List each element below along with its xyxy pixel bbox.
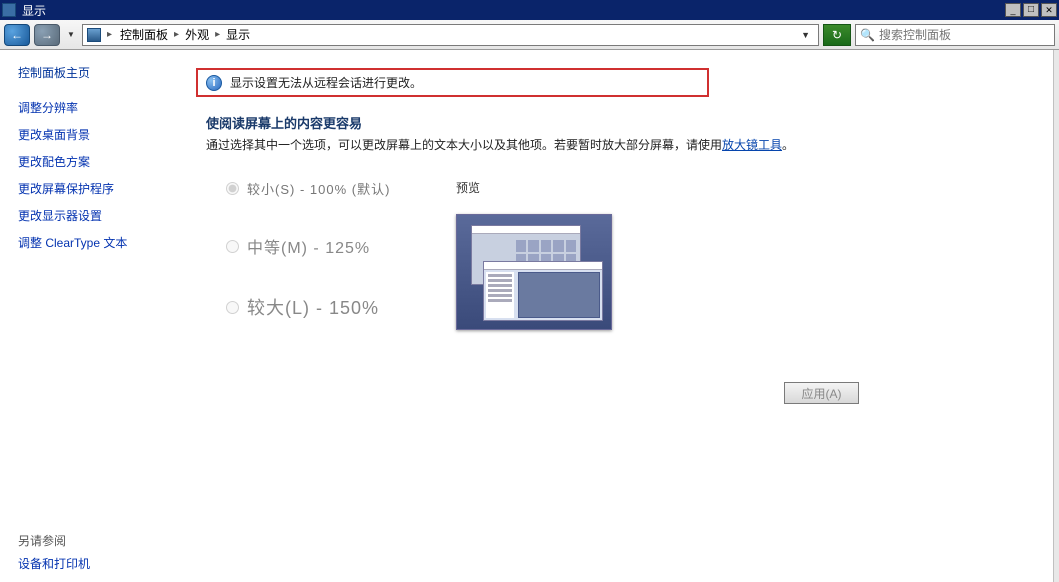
radio-large[interactable] — [226, 301, 239, 314]
crumb-display[interactable]: 显示 — [224, 25, 252, 44]
option-medium[interactable]: 中等(M) - 125% — [226, 234, 456, 258]
breadcrumb-sep-icon: ▸ — [213, 29, 222, 40]
preview-column: 预览 — [456, 179, 612, 356]
preview-image — [456, 214, 612, 330]
option-small[interactable]: 较小(S) - 100% (默认) — [226, 179, 456, 198]
magnifier-link[interactable]: 放大镜工具 — [722, 138, 782, 152]
window-buttons: _ □ ✕ — [1005, 3, 1057, 17]
search-box[interactable]: 🔍 — [855, 24, 1055, 46]
back-arrow-icon: ← — [11, 28, 23, 42]
see-also-heading: 另请参阅 — [18, 532, 162, 549]
desc-suffix: 。 — [782, 138, 794, 152]
sidebar: 控制面板主页 调整分辨率 更改桌面背景 更改配色方案 更改屏幕保护程序 更改显示… — [0, 50, 172, 582]
sidebar-link-cleartype[interactable]: 调整 ClearType 文本 — [18, 234, 154, 251]
close-button[interactable]: ✕ — [1041, 3, 1057, 17]
radio-medium[interactable] — [226, 240, 239, 253]
content-area: i 显示设置无法从远程会话进行更改。 使阅读屏幕上的内容更容易 通过选择其中一个… — [172, 50, 1053, 582]
desc-prefix: 通过选择其中一个选项，可以更改屏幕上的文本大小以及其他项。若要暂时放大部分屏幕，… — [206, 138, 722, 152]
apply-row: 应用(A) — [176, 382, 1029, 404]
option-large[interactable]: 较大(L) - 150% — [226, 294, 456, 320]
sidebar-link-desktop-bg[interactable]: 更改桌面背景 — [18, 126, 154, 143]
sidebar-home[interactable]: 控制面板主页 — [18, 64, 154, 81]
remote-warning-text: 显示设置无法从远程会话进行更改。 — [230, 74, 422, 91]
navigation-bar: ← → ▼ ▸ 控制面板 ▸ 外观 ▸ 显示 ▼ ↻ 🔍 — [0, 20, 1059, 50]
nav-history-dropdown[interactable]: ▼ — [64, 30, 78, 39]
refresh-icon: ↻ — [832, 28, 842, 42]
body: 控制面板主页 调整分辨率 更改桌面背景 更改配色方案 更改屏幕保护程序 更改显示… — [0, 50, 1059, 582]
breadcrumb-sep-icon: ▸ — [107, 29, 112, 40]
address-bar[interactable]: ▸ 控制面板 ▸ 外观 ▸ 显示 ▼ — [82, 24, 819, 46]
option-small-label: 较小(S) - 100% (默认) — [247, 179, 390, 198]
crumb-appearance[interactable]: 外观 — [183, 25, 211, 44]
radio-small[interactable] — [226, 182, 239, 195]
see-also-section: 另请参阅 设备和打印机 — [18, 532, 162, 582]
minimize-button[interactable]: _ — [1005, 3, 1021, 17]
option-medium-label: 中等(M) - 125% — [247, 234, 370, 258]
main-description: 通过选择其中一个选项，可以更改屏幕上的文本大小以及其他项。若要暂时放大部分屏幕，… — [206, 136, 1029, 155]
breadcrumb: 控制面板 ▸ 外观 ▸ 显示 — [118, 25, 791, 44]
refresh-button[interactable]: ↻ — [823, 24, 851, 46]
search-icon: 🔍 — [860, 28, 875, 42]
scale-options: 较小(S) - 100% (默认) 中等(M) - 125% 较大(L) - 1… — [226, 179, 1029, 356]
address-dropdown-icon[interactable]: ▼ — [797, 30, 814, 40]
sidebar-link-color-scheme[interactable]: 更改配色方案 — [18, 153, 154, 170]
see-also-devices[interactable]: 设备和打印机 — [18, 555, 162, 572]
breadcrumb-sep-icon: ▸ — [172, 29, 181, 40]
scrollbar[interactable] — [1053, 50, 1059, 582]
preview-window-front — [483, 261, 603, 321]
search-input[interactable] — [879, 28, 1050, 42]
options-column: 较小(S) - 100% (默认) 中等(M) - 125% 较大(L) - 1… — [226, 179, 456, 356]
nav-forward-button[interactable]: → — [34, 24, 60, 46]
apply-button[interactable]: 应用(A) — [784, 382, 859, 404]
forward-arrow-icon: → — [41, 28, 53, 42]
nav-back-button[interactable]: ← — [4, 24, 30, 46]
main-heading: 使阅读屏幕上的内容更容易 — [206, 113, 1029, 132]
sidebar-link-screensaver[interactable]: 更改屏幕保护程序 — [18, 180, 154, 197]
window-app-icon — [2, 3, 16, 17]
sidebar-link-monitor[interactable]: 更改显示器设置 — [18, 207, 154, 224]
address-app-icon — [87, 28, 101, 42]
option-large-label: 较大(L) - 150% — [247, 294, 379, 320]
sidebar-link-resolution[interactable]: 调整分辨率 — [18, 99, 154, 116]
info-icon: i — [206, 75, 222, 91]
preview-label: 预览 — [456, 179, 612, 196]
crumb-control-panel[interactable]: 控制面板 — [118, 25, 170, 44]
title-bar: 显示 _ □ ✕ — [0, 0, 1059, 20]
maximize-button[interactable]: □ — [1023, 3, 1039, 17]
window-title: 显示 — [20, 2, 1005, 19]
remote-warning-box: i 显示设置无法从远程会话进行更改。 — [196, 68, 709, 97]
